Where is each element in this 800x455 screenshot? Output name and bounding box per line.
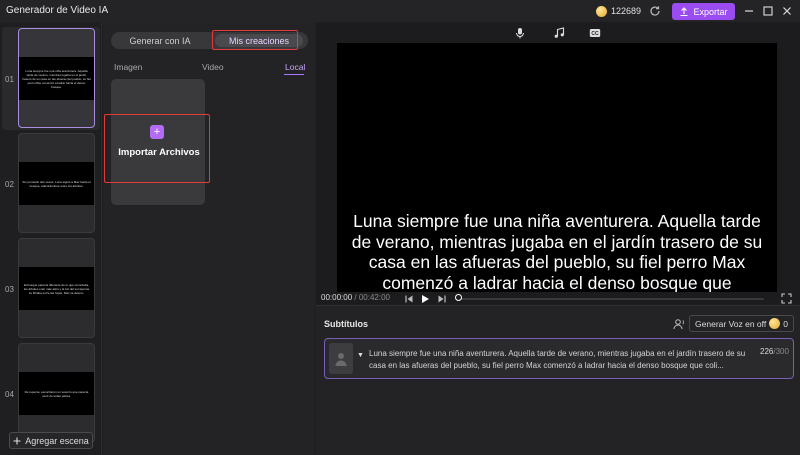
app-title: Generador de Video IA bbox=[6, 5, 109, 16]
voice-credits: 0 bbox=[783, 318, 788, 329]
coin-icon bbox=[769, 318, 781, 329]
coin-icon bbox=[596, 5, 607, 17]
minimize-icon[interactable] bbox=[742, 4, 756, 18]
title-bar: Generador de Video IA 122689 Exportar bbox=[0, 0, 800, 22]
media-type-tabs: Imagen Video Local bbox=[103, 60, 315, 76]
media-panel: Generar con IA Mis creaciones Imagen Vid… bbox=[103, 22, 315, 455]
voice-settings-icon[interactable] bbox=[673, 318, 685, 330]
scene-caption: De repente, escucharon un susurro que pa… bbox=[24, 389, 89, 398]
close-icon[interactable] bbox=[780, 4, 794, 18]
video-preview[interactable]: Luna siempre fue una niña aventurera. Aq… bbox=[337, 43, 777, 292]
export-label: Exportar bbox=[693, 6, 728, 17]
scene-number: 02 bbox=[5, 180, 14, 189]
highlight-box bbox=[212, 30, 298, 50]
subtitles-title: Subtítulos bbox=[324, 319, 368, 329]
scene-item[interactable]: 01 Luna siempre fue una niña aventurera.… bbox=[4, 28, 98, 128]
scene-caption: Sin pensarlo dos veces, Luna siguió a Ma… bbox=[22, 179, 91, 188]
tab-image[interactable]: Imagen bbox=[114, 62, 142, 72]
music-icon[interactable] bbox=[553, 27, 565, 39]
playhead-knob[interactable] bbox=[455, 294, 462, 301]
scene-caption: El bosque parecía diferente de lo que re… bbox=[23, 282, 90, 295]
export-icon bbox=[680, 6, 688, 16]
generate-voice-label: Generar Voz en off bbox=[695, 318, 767, 329]
tab-video[interactable]: Video bbox=[202, 62, 224, 72]
scene-thumbnail[interactable]: Luna siempre fue una niña aventurera. Aq… bbox=[18, 28, 95, 128]
total-time: / 00:42:00 bbox=[354, 293, 390, 302]
character-count: 226/300 bbox=[760, 347, 789, 356]
scene-thumbnail[interactable]: Sin pensarlo dos veces, Luna siguió a Ma… bbox=[18, 133, 95, 233]
captions-icon[interactable]: CC bbox=[589, 27, 601, 39]
export-button[interactable]: Exportar bbox=[672, 3, 735, 20]
scene-list: 01 Luna siempre fue una niña aventurera.… bbox=[0, 22, 102, 455]
video-caption: Luna siempre fue una niña aventurera. Aq… bbox=[351, 211, 763, 292]
maximize-icon[interactable] bbox=[761, 4, 775, 18]
scene-thumbnail[interactable]: De repente, escucharon un susurro que pa… bbox=[18, 343, 95, 443]
highlight-box bbox=[104, 114, 210, 183]
microphone-icon[interactable] bbox=[514, 27, 526, 39]
credits-display: 122689 bbox=[596, 4, 641, 18]
scene-number: 04 bbox=[5, 390, 14, 399]
refresh-icon[interactable] bbox=[649, 5, 661, 17]
svg-text:CC: CC bbox=[591, 31, 599, 37]
scene-thumbnail[interactable]: El bosque parecía diferente de lo que re… bbox=[18, 238, 95, 338]
fullscreen-icon[interactable] bbox=[781, 293, 792, 304]
chevron-down-icon[interactable]: ▼ bbox=[357, 352, 364, 359]
next-frame-icon[interactable] bbox=[437, 294, 447, 304]
subtitle-row[interactable]: ▼ Luna siempre fue una niña aventurera. … bbox=[324, 338, 794, 379]
generate-voice-button[interactable]: Generar Voz en off 0 bbox=[689, 315, 794, 332]
avatar[interactable] bbox=[329, 343, 353, 374]
subtitle-text[interactable]: Luna siempre fue una niña aventurera. Aq… bbox=[369, 348, 754, 372]
add-scene-button[interactable]: Agregar escena bbox=[9, 432, 93, 449]
progress-track[interactable] bbox=[460, 298, 764, 300]
scene-number: 01 bbox=[5, 75, 14, 84]
tab-local[interactable]: Local bbox=[285, 62, 305, 72]
playback-controls: 00:00:00 / 00:42:00 bbox=[316, 292, 800, 306]
current-time: 00:00:00 bbox=[321, 293, 353, 302]
plus-icon bbox=[13, 437, 21, 444]
time-display: 00:00:00 / 00:42:00 bbox=[321, 293, 390, 302]
scene-item[interactable]: 04 De repente, escucharon un susurro que… bbox=[4, 343, 98, 443]
previous-frame-icon[interactable] bbox=[404, 294, 414, 304]
char-count: 226 bbox=[760, 347, 774, 356]
tab-underline bbox=[284, 74, 304, 75]
play-icon[interactable] bbox=[420, 294, 430, 304]
scene-item[interactable]: 03 El bosque parecía diferente de lo que… bbox=[4, 238, 98, 338]
tab-generate-ai[interactable]: Generar con IA bbox=[111, 32, 209, 49]
add-scene-label: Agregar escena bbox=[25, 435, 89, 446]
credits-value: 122689 bbox=[611, 6, 642, 16]
scene-item[interactable]: 02 Sin pensarlo dos veces, Luna siguió a… bbox=[4, 133, 98, 233]
char-limit: /300 bbox=[773, 347, 789, 356]
scene-caption: Luna siempre fue una niña aventurera. Aq… bbox=[22, 68, 91, 89]
scene-number: 03 bbox=[5, 285, 14, 294]
subtitles-panel: Subtítulos Generar Voz en off 0 ▼ Luna s… bbox=[316, 305, 800, 455]
person-icon bbox=[335, 352, 347, 366]
preview-area: CC Luna siempre fue una niña aventurera.… bbox=[316, 22, 800, 304]
